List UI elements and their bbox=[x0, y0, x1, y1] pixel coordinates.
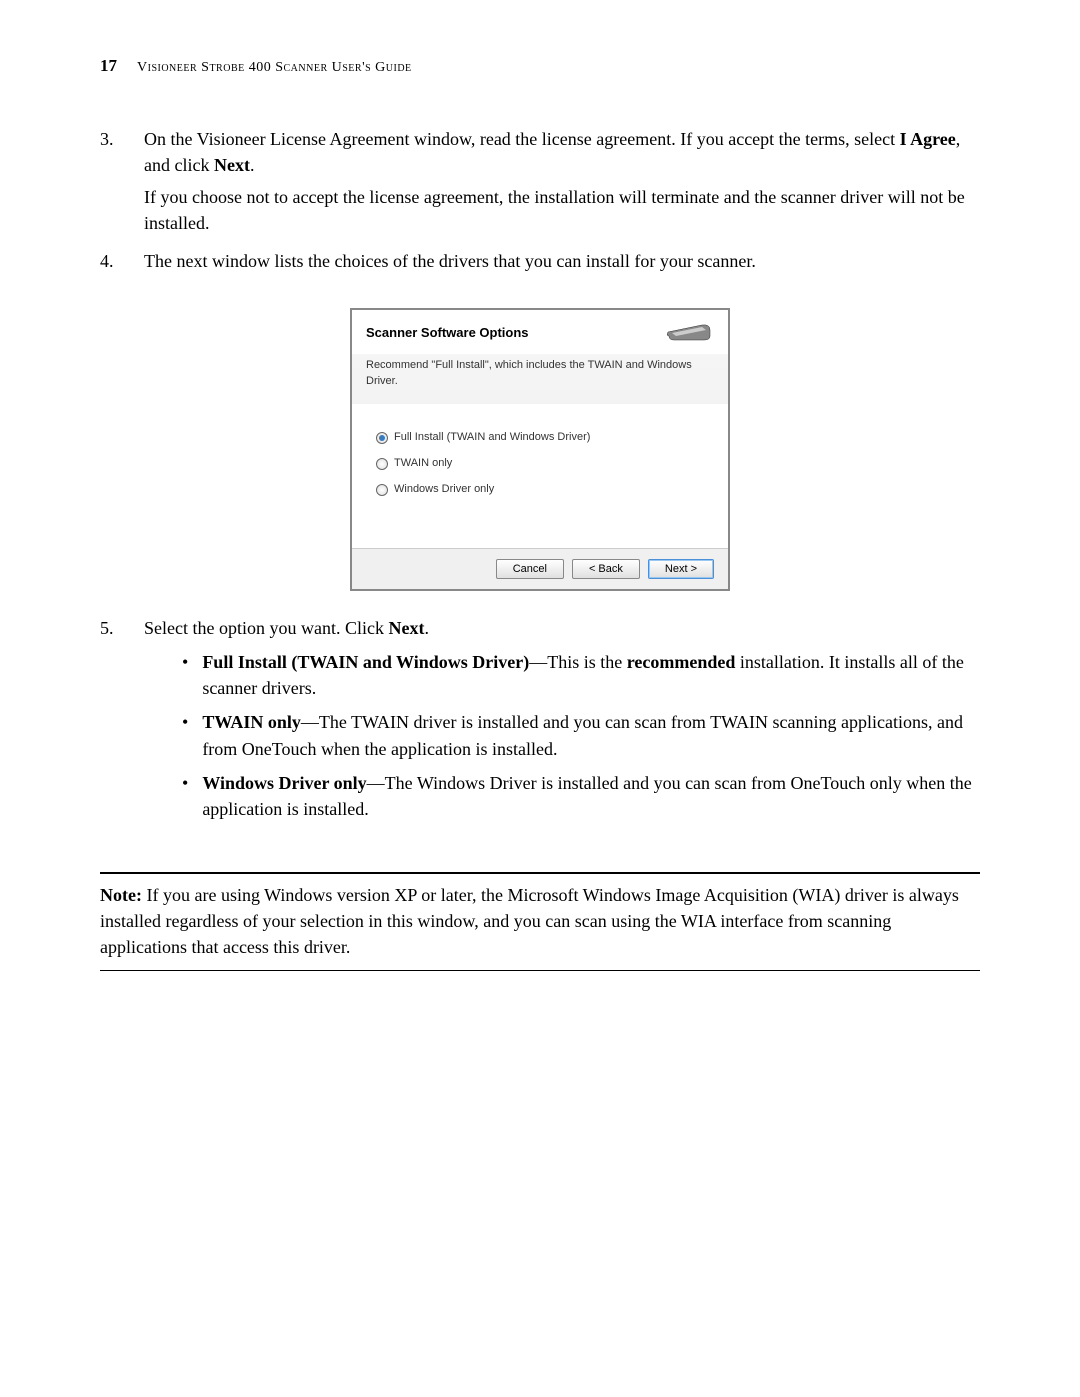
dialog-options-area: Full Install (TWAIN and Windows Driver) … bbox=[352, 404, 728, 548]
step-3-paragraph-2: If you choose not to accept the license … bbox=[144, 184, 980, 236]
radio-full-install[interactable]: Full Install (TWAIN and Windows Driver) bbox=[376, 430, 704, 446]
radio-label: Full Install (TWAIN and Windows Driver) bbox=[394, 430, 590, 446]
bullet-list: • Full Install (TWAIN and Windows Driver… bbox=[182, 649, 980, 822]
step-body: Select the option you want. Click Next. … bbox=[144, 615, 980, 830]
radio-icon bbox=[376, 458, 388, 470]
back-button[interactable]: < Back bbox=[572, 559, 640, 579]
step-3-paragraph-1: On the Visioneer License Agreement windo… bbox=[144, 126, 980, 178]
dialog-footer: Cancel < Back Next > bbox=[352, 548, 728, 589]
guide-title: Visioneer Strobe 400 Scanner User's Guid… bbox=[137, 60, 412, 76]
radio-icon bbox=[376, 432, 388, 444]
step-4: 4. The next window lists the choices of … bbox=[100, 248, 980, 280]
step-number: 3. bbox=[100, 126, 122, 242]
radio-icon bbox=[376, 484, 388, 496]
scanner-options-dialog: Scanner Software Options Recommend "Full… bbox=[350, 308, 730, 591]
bullet-title: Full Install (TWAIN and Windows Driver) bbox=[202, 652, 529, 672]
bullet-icon: • bbox=[182, 709, 188, 761]
bullet-windows-driver-only: • Windows Driver only—The Windows Driver… bbox=[182, 770, 980, 822]
bullet-title: Windows Driver only bbox=[202, 773, 366, 793]
radio-label: Windows Driver only bbox=[394, 482, 494, 498]
dialog-title: Scanner Software Options bbox=[366, 324, 529, 343]
bullet-body: Full Install (TWAIN and Windows Driver)—… bbox=[202, 649, 980, 701]
i-agree-label: I Agree bbox=[900, 129, 956, 149]
step-number: 5. bbox=[100, 615, 122, 830]
step-5: 5. Select the option you want. Click Nex… bbox=[100, 615, 980, 830]
dialog-description: Recommend "Full Install", which includes… bbox=[352, 354, 728, 394]
step-4-paragraph: The next window lists the choices of the… bbox=[144, 248, 980, 274]
dialog-header: Scanner Software Options bbox=[352, 310, 728, 354]
step-5-paragraph: Select the option you want. Click Next. bbox=[144, 615, 980, 641]
radio-twain-only[interactable]: TWAIN only bbox=[376, 456, 704, 472]
bullet-icon: • bbox=[182, 649, 188, 701]
dialog-container: Scanner Software Options Recommend "Full… bbox=[100, 308, 980, 591]
next-label: Next bbox=[214, 155, 250, 175]
next-label: Next bbox=[388, 618, 424, 638]
bullet-body: Windows Driver only—The Windows Driver i… bbox=[202, 770, 980, 822]
step-body: On the Visioneer License Agreement windo… bbox=[144, 126, 980, 242]
cancel-button[interactable]: Cancel bbox=[496, 559, 564, 579]
bullet-twain-only: • TWAIN only—The TWAIN driver is install… bbox=[182, 709, 980, 761]
page-content: 3. On the Visioneer License Agreement wi… bbox=[100, 126, 980, 971]
step-3: 3. On the Visioneer License Agreement wi… bbox=[100, 126, 980, 242]
step-number: 4. bbox=[100, 248, 122, 280]
bullet-title: TWAIN only bbox=[202, 712, 301, 732]
recommended-label: recommended bbox=[627, 652, 736, 672]
step-body: The next window lists the choices of the… bbox=[144, 248, 980, 280]
radio-windows-driver-only[interactable]: Windows Driver only bbox=[376, 482, 704, 498]
radio-label: TWAIN only bbox=[394, 456, 452, 472]
bullet-full-install: • Full Install (TWAIN and Windows Driver… bbox=[182, 649, 980, 701]
page-number: 17 bbox=[100, 56, 117, 76]
note-label: Note: bbox=[100, 885, 142, 905]
bullet-icon: • bbox=[182, 770, 188, 822]
bullet-body: TWAIN only—The TWAIN driver is installed… bbox=[202, 709, 980, 761]
note-text: If you are using Windows version XP or l… bbox=[100, 885, 959, 957]
page-header: 17 Visioneer Strobe 400 Scanner User's G… bbox=[100, 56, 980, 76]
scanner-icon bbox=[664, 322, 714, 344]
next-button[interactable]: Next > bbox=[648, 559, 714, 579]
note-section: Note: If you are using Windows version X… bbox=[100, 872, 980, 971]
